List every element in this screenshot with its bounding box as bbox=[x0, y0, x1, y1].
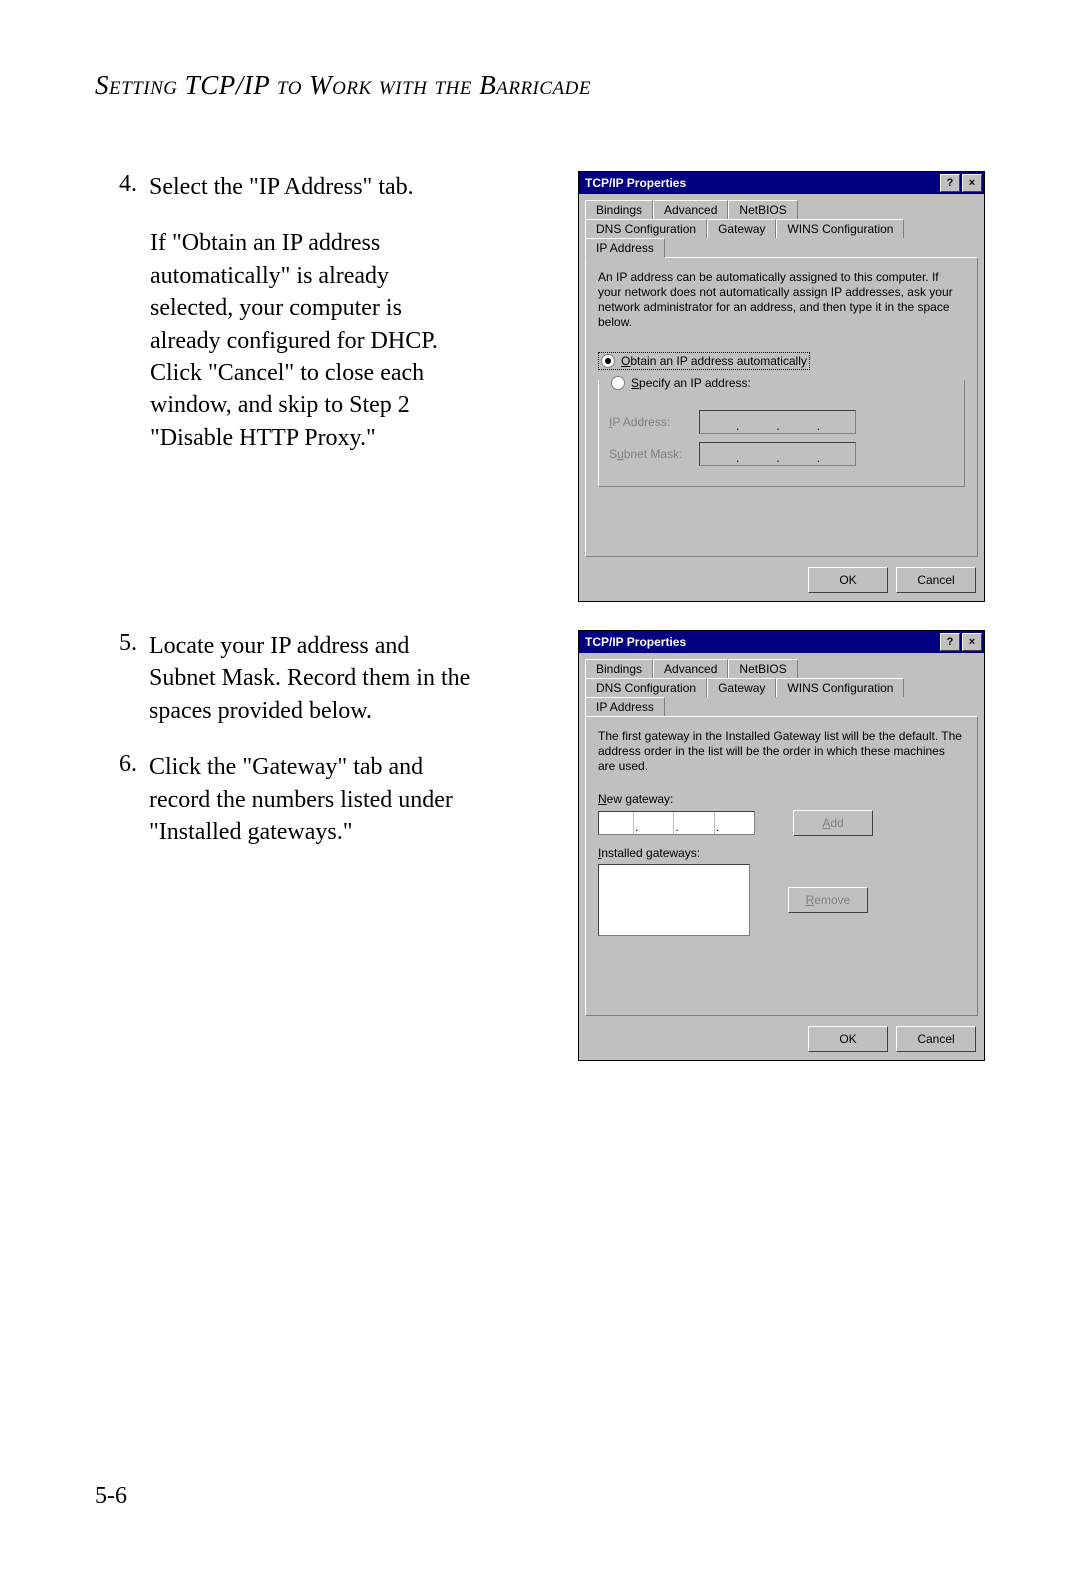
remove-button[interactable]: Remove bbox=[788, 887, 868, 913]
dialog-title: TCP/IP Properties bbox=[585, 635, 938, 649]
step-text: Select the "IP Address" tab. bbox=[149, 171, 414, 203]
tcpip-properties-dialog-ipaddress: TCP/IP Properties ? × Bindings Advanced … bbox=[578, 171, 985, 602]
new-gateway-group: New gateway: ... Add bbox=[598, 792, 965, 836]
tab-panel-ip-address: An IP address can be automatically assig… bbox=[585, 257, 978, 557]
tab-bindings[interactable]: Bindings bbox=[585, 200, 653, 219]
tab-panel-gateway: The first gateway in the Installed Gatew… bbox=[585, 716, 978, 1016]
tab-gateway[interactable]: Gateway bbox=[707, 678, 776, 698]
subnet-mask-input[interactable]: ... bbox=[699, 442, 856, 466]
step-number: 5. bbox=[95, 630, 149, 727]
dialog-button-row: OK Cancel bbox=[579, 563, 984, 601]
tab-row-2: DNS Configuration Gateway WINS Configura… bbox=[585, 678, 978, 716]
radio-specify-ip[interactable]: Specify an IP address: bbox=[609, 376, 753, 390]
tab-row-2: DNS Configuration Gateway WINS Configura… bbox=[585, 219, 978, 257]
step-5-6-text-column: 5. Locate your IP address and Subnet Mas… bbox=[95, 630, 475, 872]
step-number: 6. bbox=[95, 751, 149, 848]
tab-ip-address[interactable]: IP Address bbox=[585, 697, 665, 716]
installed-gateways-label: Installed gateways: bbox=[598, 846, 965, 860]
tab-netbios[interactable]: NetBIOS bbox=[728, 659, 797, 678]
tab-row-1: Bindings Advanced NetBIOS bbox=[585, 200, 978, 219]
ip-address-label: IP Address: bbox=[609, 415, 699, 429]
cancel-button[interactable]: Cancel bbox=[896, 1026, 976, 1052]
tab-advanced[interactable]: Advanced bbox=[653, 200, 728, 219]
dialog-titlebar: TCP/IP Properties ? × bbox=[579, 631, 984, 653]
radio-dot-icon bbox=[611, 376, 625, 390]
tab-advanced[interactable]: Advanced bbox=[653, 659, 728, 678]
tab-wins-configuration[interactable]: WINS Configuration bbox=[776, 219, 904, 238]
help-button[interactable]: ? bbox=[940, 633, 960, 651]
gateway-description: The first gateway in the Installed Gatew… bbox=[598, 729, 965, 774]
ok-button[interactable]: OK bbox=[808, 1026, 888, 1052]
dialog-button-row: OK Cancel bbox=[579, 1022, 984, 1060]
page-number: 5-6 bbox=[95, 1483, 127, 1510]
section-heading: Setting TCP/IP to Work with the Barricad… bbox=[95, 70, 985, 101]
ip-address-description: An IP address can be automatically assig… bbox=[598, 270, 965, 330]
cancel-button[interactable]: Cancel bbox=[896, 567, 976, 593]
step-4-row: 4. Select the "IP Address" tab. If "Obta… bbox=[95, 171, 985, 602]
step-5-6-row: 5. Locate your IP address and Subnet Mas… bbox=[95, 630, 985, 1061]
new-gateway-input[interactable]: ... bbox=[598, 811, 755, 835]
step-4-text-column: 4. Select the "IP Address" tab. If "Obta… bbox=[95, 171, 475, 454]
help-button[interactable]: ? bbox=[940, 174, 960, 192]
radio-dot-icon bbox=[601, 354, 615, 368]
tab-dns-configuration[interactable]: DNS Configuration bbox=[585, 219, 707, 238]
tab-netbios[interactable]: NetBIOS bbox=[728, 200, 797, 219]
installed-gateways-group: Installed gateways: Remove bbox=[598, 846, 965, 936]
add-button[interactable]: Add bbox=[793, 810, 873, 836]
ok-button[interactable]: OK bbox=[808, 567, 888, 593]
tab-ip-address[interactable]: IP Address bbox=[585, 238, 665, 258]
tab-gateway[interactable]: Gateway bbox=[707, 219, 776, 238]
tab-row-1: Bindings Advanced NetBIOS bbox=[585, 659, 978, 678]
tab-wins-configuration[interactable]: WINS Configuration bbox=[776, 678, 904, 697]
step-text: Click the "Gateway" tab and record the n… bbox=[149, 751, 475, 848]
step-text: Locate your IP address and Subnet Mask. … bbox=[149, 630, 475, 727]
step-4-explanation: If "Obtain an IP address automatically" … bbox=[95, 227, 475, 454]
tcpip-properties-dialog-gateway: TCP/IP Properties ? × Bindings Advanced … bbox=[578, 630, 985, 1061]
subnet-mask-label: Subnet Mask: bbox=[609, 447, 699, 461]
specify-ip-group: Specify an IP address: IP Address: ... S… bbox=[598, 380, 965, 487]
radio-specify-ip-label: Specify an IP address: bbox=[631, 376, 751, 390]
close-button[interactable]: × bbox=[962, 633, 982, 651]
close-button[interactable]: × bbox=[962, 174, 982, 192]
dialog-title: TCP/IP Properties bbox=[585, 176, 938, 190]
step-number: 4. bbox=[95, 171, 149, 203]
dialog-titlebar: TCP/IP Properties ? × bbox=[579, 172, 984, 194]
installed-gateways-listbox[interactable] bbox=[598, 864, 750, 936]
radio-obtain-auto-label: Obtain an IP address automatically bbox=[621, 354, 807, 368]
new-gateway-label: New gateway: bbox=[598, 792, 965, 806]
document-page: { "heading": "Setting TCP/IP to Work wit… bbox=[0, 0, 1080, 1570]
tab-bindings[interactable]: Bindings bbox=[585, 659, 653, 678]
radio-obtain-auto[interactable]: Obtain an IP address automatically bbox=[598, 352, 810, 370]
ip-address-input[interactable]: ... bbox=[699, 410, 856, 434]
tab-dns-configuration[interactable]: DNS Configuration bbox=[585, 678, 707, 697]
